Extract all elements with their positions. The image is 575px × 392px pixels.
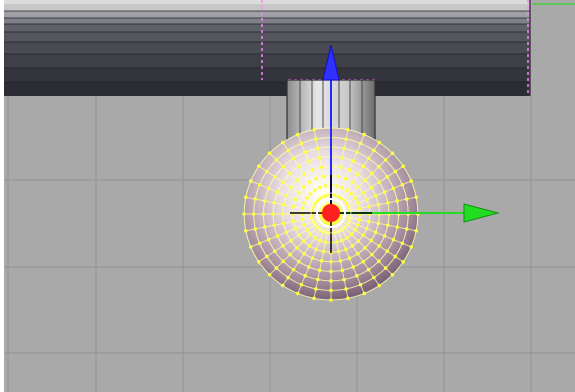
viewport-canvas[interactable] [0,0,575,392]
3d-viewport[interactable] [0,0,575,392]
pivot-dot-icon[interactable] [322,204,340,222]
